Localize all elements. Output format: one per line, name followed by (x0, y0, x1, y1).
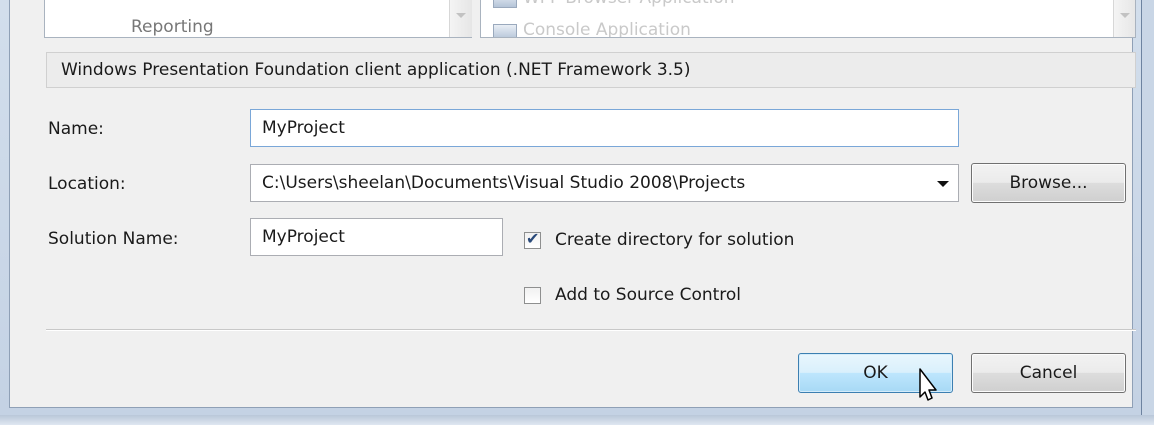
separator (46, 329, 1136, 331)
location-value: C:\Users\sheelan\Documents\Visual Studio… (262, 173, 746, 193)
template-item[interactable]: Console Application (523, 20, 691, 37)
location-label: Location: (48, 174, 126, 194)
name-input[interactable]: MyProject (250, 109, 959, 147)
add-to-source-control-label[interactable]: Add to Source Control (555, 285, 741, 305)
scroll-down-icon[interactable] (456, 13, 466, 18)
chevron-down-icon[interactable] (937, 181, 949, 187)
browse-button[interactable]: Browse... (971, 163, 1126, 203)
cancel-button[interactable]: Cancel (971, 353, 1126, 393)
new-project-dialog: Reporting WPF Browser Application Consol… (9, 0, 1136, 408)
templates-scrollbar[interactable] (1113, 0, 1135, 37)
create-directory-label[interactable]: Create directory for solution (555, 230, 794, 250)
templates-list[interactable]: WPF Browser Application Console Applicat… (480, 0, 1136, 38)
add-to-source-control-checkbox[interactable] (524, 287, 541, 304)
scroll-down-icon[interactable] (1120, 13, 1130, 18)
template-icon (493, 24, 517, 37)
solution-name-input[interactable]: MyProject (250, 218, 503, 256)
create-directory-checkbox[interactable]: ✔ (524, 229, 541, 249)
project-types-list[interactable]: Reporting (44, 0, 472, 38)
solution-name-label: Solution Name: (48, 229, 179, 249)
location-combobox[interactable]: C:\Users\sheelan\Documents\Visual Studio… (250, 164, 959, 202)
project-type-item[interactable]: Reporting (131, 17, 214, 37)
template-icon (493, 0, 517, 8)
template-description: Windows Presentation Foundation client a… (46, 52, 1136, 88)
checkmark-icon: ✔ (526, 229, 540, 248)
window-bottom-edge (0, 415, 1154, 425)
mouse-pointer-icon (919, 368, 937, 401)
name-label: Name: (48, 119, 104, 139)
template-item[interactable]: WPF Browser Application (523, 0, 735, 8)
project-types-scrollbar[interactable] (449, 0, 472, 37)
